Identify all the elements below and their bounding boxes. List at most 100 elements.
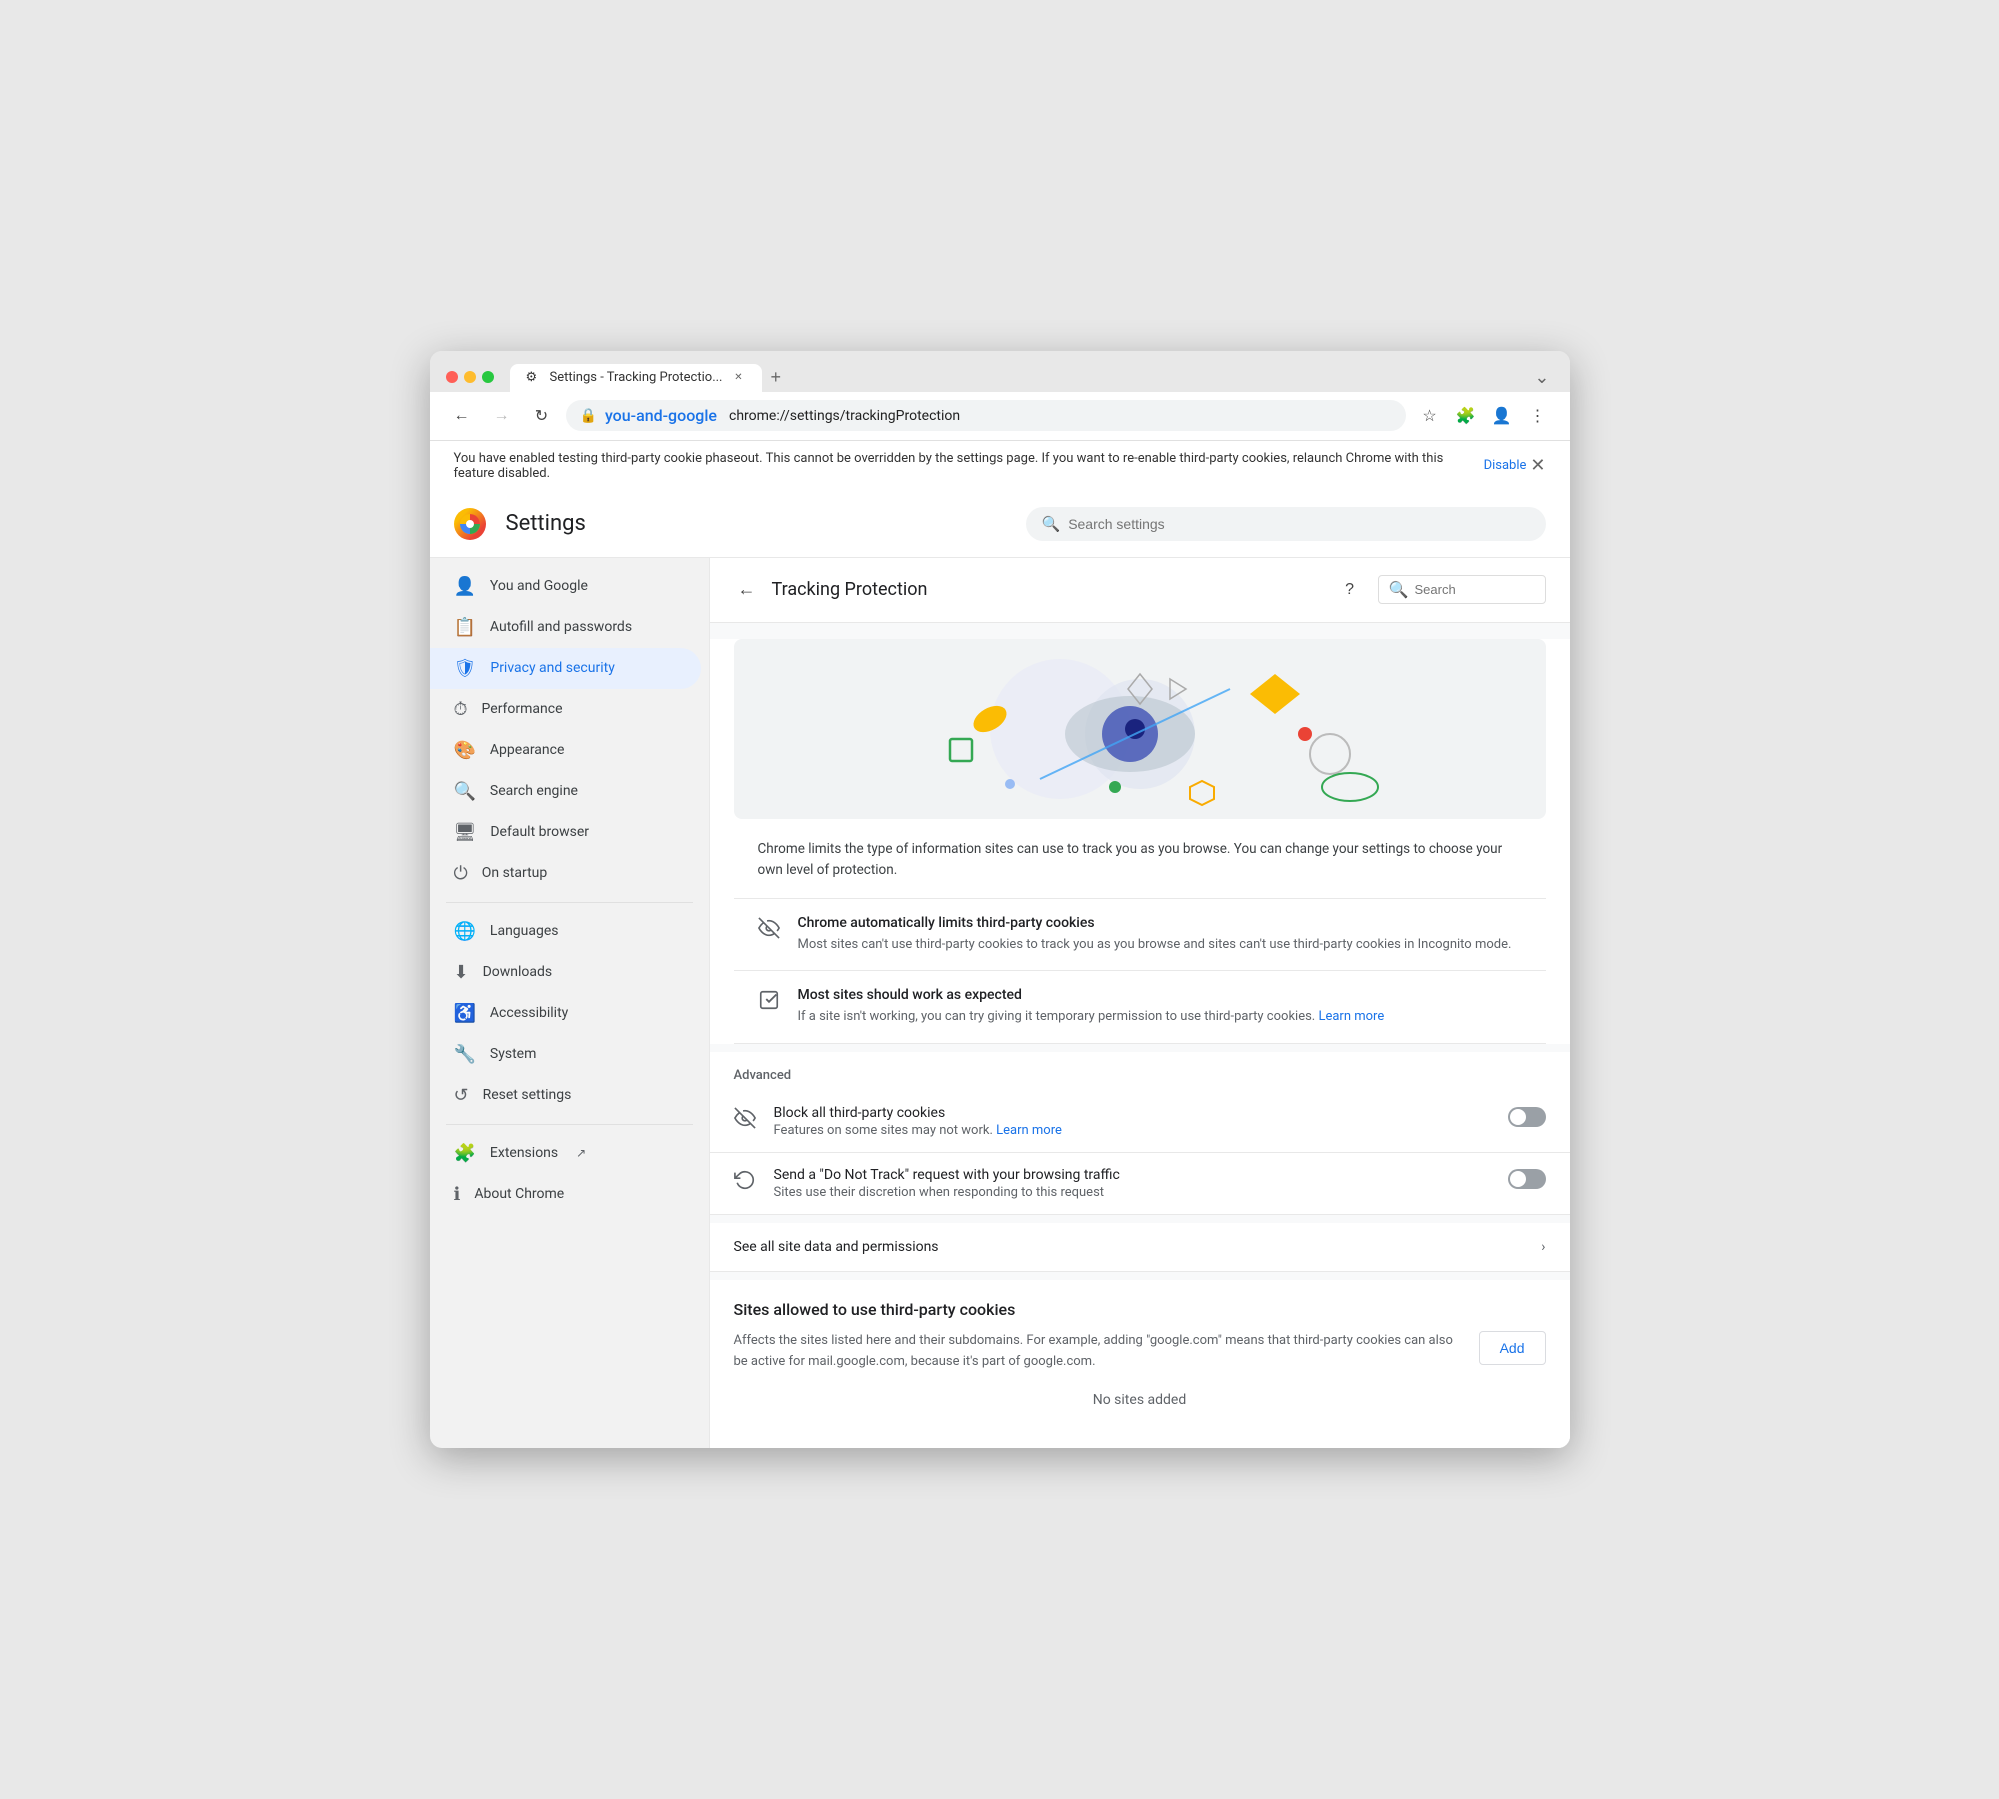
extensions-button[interactable]: 🧩 (1450, 400, 1482, 432)
sidebar-item-privacy-security[interactable]: 🛡 Privacy and security (430, 648, 701, 689)
sidebar-label-downloads: Downloads (483, 964, 553, 980)
notification-disable-link[interactable]: Disable (1484, 458, 1527, 473)
help-button[interactable]: ? (1334, 574, 1366, 606)
minimize-button[interactable] (464, 371, 476, 383)
feature-title-auto-limit: Chrome automatically limits third-party … (798, 915, 1522, 931)
profile-button[interactable]: 👤 (1486, 400, 1518, 432)
sidebar-item-reset-settings[interactable]: ↺ Reset settings (430, 1075, 701, 1116)
page-title: Tracking Protection (772, 579, 1322, 600)
startup-icon: ⏻ (454, 863, 468, 884)
chevron-right-icon: › (1541, 1239, 1545, 1255)
downloads-icon: ⬇ (454, 962, 469, 983)
system-icon: 🔧 (454, 1044, 476, 1065)
sidebar-item-default-browser[interactable]: 🖥 Default browser (430, 812, 701, 853)
tab-overflow-icon[interactable]: ⌄ (1530, 363, 1553, 392)
sidebar-item-on-startup[interactable]: ⏻ On startup (430, 853, 701, 894)
person-icon: 👤 (454, 576, 476, 597)
about-icon: ℹ (454, 1184, 461, 1205)
sidebar-label-languages: Languages (490, 923, 559, 939)
sidebar-label-privacy-security: Privacy and security (490, 660, 614, 676)
chrome-label: you-and-google (605, 406, 717, 425)
block-cookies-toggle[interactable] (1508, 1107, 1546, 1127)
search-icon: 🔍 (1389, 580, 1409, 599)
toggle-learn-more-link[interactable]: Learn more (996, 1123, 1062, 1138)
sites-desc: Affects the sites listed here and their … (734, 1331, 1463, 1373)
settings-logo (454, 508, 486, 540)
feature-desc-text-sites-work: If a site isn't working, you can try giv… (798, 1009, 1319, 1024)
sidebar-item-extensions[interactable]: 🧩 Extensions ↗ (430, 1133, 701, 1174)
browser-icon: 🖥 (454, 822, 477, 843)
address-bar[interactable]: 🔒 you-and-google chrome://settings/track… (566, 400, 1406, 431)
appearance-icon: 🎨 (454, 740, 476, 761)
bookmark-button[interactable]: ☆ (1414, 400, 1446, 432)
toggle-block-cookies: Block all third-party cookies Features o… (710, 1091, 1570, 1153)
search-icon: 🔍 (1042, 515, 1061, 533)
sidebar-item-you-and-google[interactable]: 👤 You and Google (430, 566, 701, 607)
add-site-button[interactable]: Add (1479, 1331, 1546, 1365)
eye-slash-icon-2 (734, 1107, 758, 1134)
reload-button[interactable]: ↻ (526, 400, 558, 432)
sites-add-row: Affects the sites listed here and their … (734, 1331, 1546, 1373)
new-tab-button[interactable]: + (762, 363, 789, 392)
notification-bar: You have enabled testing third-party coo… (430, 440, 1570, 491)
settings-search-box[interactable]: 🔍 (1026, 507, 1546, 541)
sidebar-label-autofill: Autofill and passwords (490, 619, 632, 635)
tab-favicon-icon: ⚙ (526, 370, 542, 386)
sidebar-label-about-chrome: About Chrome (474, 1186, 564, 1202)
sidebar-divider (446, 902, 693, 903)
maximize-button[interactable] (482, 371, 494, 383)
tracking-illustration (734, 639, 1546, 819)
advanced-section: Advanced Block all third-party cookies F… (710, 1052, 1570, 1215)
learn-more-link[interactable]: Learn more (1318, 1009, 1384, 1024)
traffic-lights (446, 371, 494, 383)
sidebar-item-appearance[interactable]: 🎨 Appearance (430, 730, 701, 771)
feature-title-sites-work: Most sites should work as expected (798, 987, 1522, 1003)
feature-item-sites-work: Most sites should work as expected If a … (734, 971, 1546, 1044)
close-button[interactable] (446, 371, 458, 383)
notification-text: You have enabled testing third-party coo… (454, 451, 1473, 481)
see-all-text: See all site data and permissions (734, 1239, 939, 1255)
sidebar-item-downloads[interactable]: ⬇ Downloads (430, 952, 701, 993)
sidebar-item-search-engine[interactable]: 🔍 Search engine (430, 771, 701, 812)
advanced-label: Advanced (710, 1052, 1570, 1091)
settings-search-input[interactable] (1068, 516, 1529, 532)
sidebar-label-performance: Performance (482, 701, 563, 717)
tracking-protection-header: ← Tracking Protection ? 🔍 (710, 558, 1570, 623)
settings-title: Settings (506, 511, 586, 536)
notification-close-icon[interactable]: ✕ (1530, 455, 1545, 476)
back-button[interactable]: ← (446, 400, 478, 432)
forward-button[interactable]: → (486, 400, 518, 432)
feature-item-auto-limit: Chrome automatically limits third-party … (734, 898, 1546, 972)
sidebar-item-system[interactable]: 🔧 System (430, 1034, 701, 1075)
dnt-toggle[interactable] (1508, 1169, 1546, 1189)
sidebar-item-languages[interactable]: 🌐 Languages (430, 911, 701, 952)
active-tab[interactable]: ⚙ Settings - Tracking Protectio... ✕ (510, 364, 763, 392)
toggle-desc-dnt: Sites use their discretion when respondi… (774, 1185, 1492, 1200)
see-all-site-data[interactable]: See all site data and permissions › (710, 1223, 1570, 1272)
toggle-content-block-cookies: Block all third-party cookies Features o… (774, 1105, 1492, 1138)
search-box[interactable]: 🔍 (1378, 575, 1546, 604)
tab-bar: ⚙ Settings - Tracking Protectio... ✕ + (510, 363, 1523, 392)
back-button[interactable]: ← (734, 575, 760, 604)
sidebar-divider-2 (446, 1124, 693, 1125)
tab-title: Settings - Tracking Protectio... (550, 370, 723, 385)
languages-icon: 🌐 (454, 921, 476, 942)
feature-content-auto-limit: Chrome automatically limits third-party … (798, 915, 1522, 955)
search-engine-icon: 🔍 (454, 781, 476, 802)
sidebar-label-reset-settings: Reset settings (483, 1087, 572, 1103)
sidebar-item-autofill[interactable]: 📋 Autofill and passwords (430, 607, 701, 648)
search-input[interactable] (1415, 582, 1535, 597)
sidebar-item-about-chrome[interactable]: ℹ About Chrome (430, 1174, 701, 1215)
toggle-title-dnt: Send a "Do Not Track" request with your … (774, 1167, 1492, 1183)
sidebar-label-default-browser: Default browser (490, 824, 589, 840)
menu-button[interactable]: ⋮ (1522, 400, 1554, 432)
see-all-container: See all site data and permissions › (710, 1223, 1570, 1272)
eye-slash-icon (758, 917, 782, 944)
tab-close-icon[interactable]: ✕ (730, 370, 746, 386)
settings-header: Settings 🔍 (430, 491, 1570, 558)
sidebar-item-performance[interactable]: ⏱ Performance (430, 689, 701, 730)
sidebar-item-accessibility[interactable]: ♿ Accessibility (430, 993, 701, 1034)
feature-desc-sites-work: If a site isn't working, you can try giv… (798, 1007, 1522, 1027)
no-sites-label: No sites added (710, 1372, 1570, 1428)
sidebar-label-search-engine: Search engine (490, 783, 578, 799)
